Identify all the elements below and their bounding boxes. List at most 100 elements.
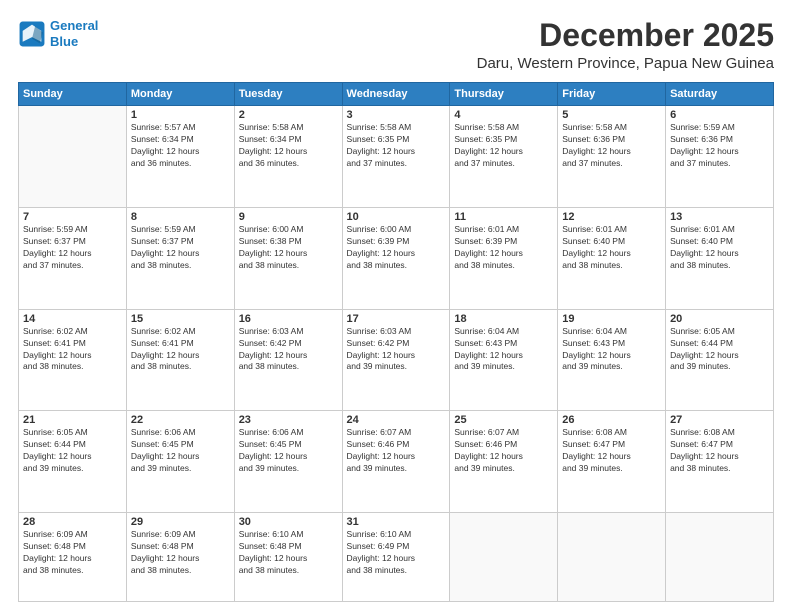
day-info: Sunrise: 5:59 AMSunset: 6:37 PMDaylight:… — [23, 224, 122, 272]
calendar-cell: 9Sunrise: 6:00 AMSunset: 6:38 PMDaylight… — [234, 207, 342, 309]
day-info: Sunrise: 6:04 AMSunset: 6:43 PMDaylight:… — [562, 326, 661, 374]
day-info: Sunrise: 6:08 AMSunset: 6:47 PMDaylight:… — [670, 427, 769, 475]
day-info: Sunrise: 5:58 AMSunset: 6:34 PMDaylight:… — [239, 122, 338, 170]
main-title: December 2025 — [477, 18, 774, 53]
calendar-cell: 16Sunrise: 6:03 AMSunset: 6:42 PMDayligh… — [234, 309, 342, 411]
calendar-cell: 4Sunrise: 5:58 AMSunset: 6:35 PMDaylight… — [450, 106, 558, 208]
day-info: Sunrise: 5:59 AMSunset: 6:37 PMDaylight:… — [131, 224, 230, 272]
calendar-cell: 30Sunrise: 6:10 AMSunset: 6:48 PMDayligh… — [234, 513, 342, 602]
day-info: Sunrise: 6:01 AMSunset: 6:40 PMDaylight:… — [562, 224, 661, 272]
day-info: Sunrise: 6:05 AMSunset: 6:44 PMDaylight:… — [670, 326, 769, 374]
day-number: 15 — [131, 313, 230, 325]
logo-icon — [18, 20, 46, 48]
calendar-cell: 31Sunrise: 6:10 AMSunset: 6:49 PMDayligh… — [342, 513, 450, 602]
title-area: December 2025 Daru, Western Province, Pa… — [477, 18, 774, 72]
calendar-cell: 6Sunrise: 5:59 AMSunset: 6:36 PMDaylight… — [666, 106, 774, 208]
calendar-header-tuesday: Tuesday — [234, 83, 342, 106]
calendar-cell — [450, 513, 558, 602]
calendar-cell: 15Sunrise: 6:02 AMSunset: 6:41 PMDayligh… — [126, 309, 234, 411]
day-info: Sunrise: 6:05 AMSunset: 6:44 PMDaylight:… — [23, 427, 122, 475]
page: General Blue December 2025 Daru, Western… — [0, 0, 792, 612]
calendar-header-row: SundayMondayTuesdayWednesdayThursdayFrid… — [19, 83, 774, 106]
calendar-week-row: 21Sunrise: 6:05 AMSunset: 6:44 PMDayligh… — [19, 411, 774, 513]
day-info: Sunrise: 6:03 AMSunset: 6:42 PMDaylight:… — [239, 326, 338, 374]
day-number: 16 — [239, 313, 338, 325]
calendar-cell: 5Sunrise: 5:58 AMSunset: 6:36 PMDaylight… — [558, 106, 666, 208]
day-number: 10 — [347, 211, 446, 223]
logo-line1: General — [50, 18, 98, 33]
day-number: 20 — [670, 313, 769, 325]
day-info: Sunrise: 6:00 AMSunset: 6:38 PMDaylight:… — [239, 224, 338, 272]
day-number: 8 — [131, 211, 230, 223]
calendar-cell — [558, 513, 666, 602]
day-info: Sunrise: 6:07 AMSunset: 6:46 PMDaylight:… — [347, 427, 446, 475]
day-info: Sunrise: 6:02 AMSunset: 6:41 PMDaylight:… — [131, 326, 230, 374]
calendar-week-row: 14Sunrise: 6:02 AMSunset: 6:41 PMDayligh… — [19, 309, 774, 411]
day-info: Sunrise: 6:10 AMSunset: 6:49 PMDaylight:… — [347, 529, 446, 577]
day-info: Sunrise: 5:58 AMSunset: 6:35 PMDaylight:… — [454, 122, 553, 170]
calendar-week-row: 7Sunrise: 5:59 AMSunset: 6:37 PMDaylight… — [19, 207, 774, 309]
calendar-week-row: 28Sunrise: 6:09 AMSunset: 6:48 PMDayligh… — [19, 513, 774, 602]
subtitle: Daru, Western Province, Papua New Guinea — [477, 55, 774, 72]
day-info: Sunrise: 6:10 AMSunset: 6:48 PMDaylight:… — [239, 529, 338, 577]
calendar-cell: 12Sunrise: 6:01 AMSunset: 6:40 PMDayligh… — [558, 207, 666, 309]
day-info: Sunrise: 6:09 AMSunset: 6:48 PMDaylight:… — [23, 529, 122, 577]
calendar-header-saturday: Saturday — [666, 83, 774, 106]
day-number: 4 — [454, 109, 553, 121]
day-number: 25 — [454, 414, 553, 426]
day-number: 5 — [562, 109, 661, 121]
calendar-cell: 28Sunrise: 6:09 AMSunset: 6:48 PMDayligh… — [19, 513, 127, 602]
calendar-cell: 11Sunrise: 6:01 AMSunset: 6:39 PMDayligh… — [450, 207, 558, 309]
day-number: 21 — [23, 414, 122, 426]
day-number: 3 — [347, 109, 446, 121]
day-number: 31 — [347, 516, 446, 528]
day-number: 1 — [131, 109, 230, 121]
day-number: 18 — [454, 313, 553, 325]
calendar-header-wednesday: Wednesday — [342, 83, 450, 106]
day-info: Sunrise: 6:03 AMSunset: 6:42 PMDaylight:… — [347, 326, 446, 374]
day-info: Sunrise: 5:58 AMSunset: 6:36 PMDaylight:… — [562, 122, 661, 170]
calendar-cell — [666, 513, 774, 602]
day-number: 7 — [23, 211, 122, 223]
day-number: 9 — [239, 211, 338, 223]
day-number: 22 — [131, 414, 230, 426]
day-info: Sunrise: 5:58 AMSunset: 6:35 PMDaylight:… — [347, 122, 446, 170]
logo-line2: Blue — [50, 34, 78, 49]
calendar-header-monday: Monday — [126, 83, 234, 106]
day-info: Sunrise: 6:06 AMSunset: 6:45 PMDaylight:… — [239, 427, 338, 475]
calendar-header-friday: Friday — [558, 83, 666, 106]
day-number: 19 — [562, 313, 661, 325]
calendar-cell: 29Sunrise: 6:09 AMSunset: 6:48 PMDayligh… — [126, 513, 234, 602]
day-number: 28 — [23, 516, 122, 528]
calendar-cell: 20Sunrise: 6:05 AMSunset: 6:44 PMDayligh… — [666, 309, 774, 411]
day-number: 11 — [454, 211, 553, 223]
calendar-cell: 22Sunrise: 6:06 AMSunset: 6:45 PMDayligh… — [126, 411, 234, 513]
calendar-cell: 2Sunrise: 5:58 AMSunset: 6:34 PMDaylight… — [234, 106, 342, 208]
logo-text: General Blue — [50, 18, 98, 49]
day-info: Sunrise: 5:57 AMSunset: 6:34 PMDaylight:… — [131, 122, 230, 170]
day-info: Sunrise: 6:01 AMSunset: 6:39 PMDaylight:… — [454, 224, 553, 272]
calendar-week-row: 1Sunrise: 5:57 AMSunset: 6:34 PMDaylight… — [19, 106, 774, 208]
calendar-cell: 23Sunrise: 6:06 AMSunset: 6:45 PMDayligh… — [234, 411, 342, 513]
day-number: 29 — [131, 516, 230, 528]
day-info: Sunrise: 5:59 AMSunset: 6:36 PMDaylight:… — [670, 122, 769, 170]
day-number: 27 — [670, 414, 769, 426]
day-number: 13 — [670, 211, 769, 223]
day-info: Sunrise: 6:04 AMSunset: 6:43 PMDaylight:… — [454, 326, 553, 374]
day-info: Sunrise: 6:00 AMSunset: 6:39 PMDaylight:… — [347, 224, 446, 272]
calendar-cell: 25Sunrise: 6:07 AMSunset: 6:46 PMDayligh… — [450, 411, 558, 513]
day-info: Sunrise: 6:01 AMSunset: 6:40 PMDaylight:… — [670, 224, 769, 272]
calendar-cell: 14Sunrise: 6:02 AMSunset: 6:41 PMDayligh… — [19, 309, 127, 411]
calendar-cell: 10Sunrise: 6:00 AMSunset: 6:39 PMDayligh… — [342, 207, 450, 309]
calendar-cell — [19, 106, 127, 208]
day-number: 12 — [562, 211, 661, 223]
calendar-header-sunday: Sunday — [19, 83, 127, 106]
calendar-cell: 1Sunrise: 5:57 AMSunset: 6:34 PMDaylight… — [126, 106, 234, 208]
calendar-cell: 21Sunrise: 6:05 AMSunset: 6:44 PMDayligh… — [19, 411, 127, 513]
calendar-cell: 24Sunrise: 6:07 AMSunset: 6:46 PMDayligh… — [342, 411, 450, 513]
calendar-cell: 27Sunrise: 6:08 AMSunset: 6:47 PMDayligh… — [666, 411, 774, 513]
header: General Blue December 2025 Daru, Western… — [18, 18, 774, 72]
calendar-cell: 17Sunrise: 6:03 AMSunset: 6:42 PMDayligh… — [342, 309, 450, 411]
day-info: Sunrise: 6:08 AMSunset: 6:47 PMDaylight:… — [562, 427, 661, 475]
day-info: Sunrise: 6:07 AMSunset: 6:46 PMDaylight:… — [454, 427, 553, 475]
